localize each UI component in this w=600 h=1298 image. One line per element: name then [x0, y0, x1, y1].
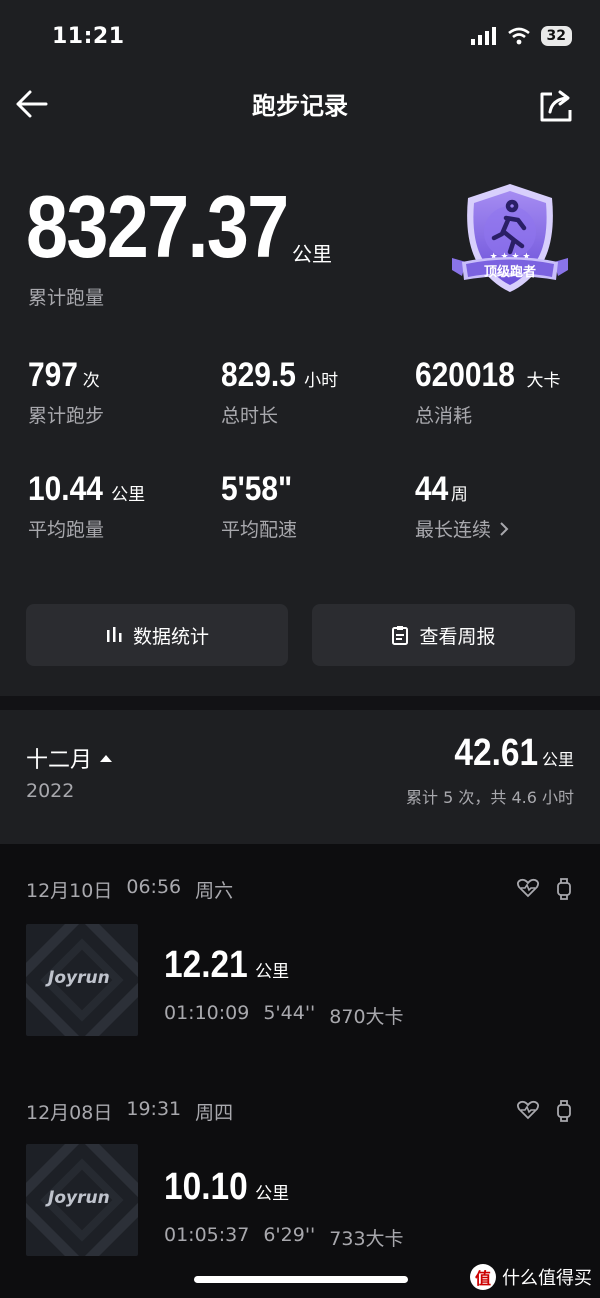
top-runner-badge[interactable]: ★ ★ ★ ★ 顶级跑者	[448, 180, 572, 300]
record-distance-unit: 公里	[255, 962, 290, 982]
record-time: 19:31	[126, 1098, 182, 1120]
month-year: 2022	[26, 780, 75, 802]
badge-label: 顶级跑者	[483, 265, 536, 280]
record-icons	[516, 878, 572, 900]
record-date: 12月10日	[26, 880, 113, 902]
month-header	[0, 710, 600, 844]
heart-rate-icon	[516, 878, 540, 898]
watch-icon	[557, 878, 571, 900]
record-distance-value: 10.10	[164, 1166, 248, 1208]
runner-shield-icon: ★ ★ ★ ★	[452, 184, 568, 292]
watermark-text: 什么值得买	[502, 1268, 592, 1289]
record-distance: 12.21 公里	[164, 944, 289, 987]
record-distance-unit: 公里	[255, 1184, 290, 1204]
stat-unit: 大卡	[526, 371, 561, 391]
status-icons: 32	[470, 26, 572, 46]
record-calories: 870大卡	[329, 1006, 404, 1028]
record-duration: 01:05:37	[164, 1224, 250, 1246]
record-pace: 5'44''	[263, 1002, 316, 1024]
home-indicator[interactable]	[194, 1276, 408, 1283]
stat-value: 5'58"	[221, 470, 293, 508]
stat-unit: 公里	[111, 485, 146, 505]
chevron-right-icon	[500, 521, 509, 536]
stat-total-calories: 620018 大卡 总消耗	[415, 356, 560, 428]
total-distance-label: 累计跑量	[28, 287, 105, 309]
record-meta: 01:10:09 5'44'' 870大卡	[164, 1002, 404, 1029]
stat-value: 829.5	[221, 356, 296, 394]
stat-value: 44	[415, 470, 449, 508]
month-distance: 42.61 公里	[443, 732, 574, 775]
record-pace: 6'29''	[263, 1224, 316, 1246]
total-distance-unit: 公里	[292, 242, 332, 266]
stat-avg-pace: 5'58" 平均配速	[221, 470, 300, 542]
watermark-logo-icon: 值	[470, 1264, 496, 1290]
share-icon[interactable]	[538, 88, 576, 124]
heart-rate-icon	[516, 1100, 540, 1120]
stat-longest-streak[interactable]: 44 周 最长连续	[415, 470, 509, 542]
stat-avg-distance: 10.44 公里 平均跑量	[28, 470, 145, 542]
record-datetime: 12月08日 19:31 周四	[26, 1098, 233, 1125]
record-calories: 733大卡	[329, 1228, 404, 1250]
record-icons	[516, 1100, 572, 1122]
stat-total-runs: 797 次 累计跑步	[28, 356, 104, 428]
record-duration: 01:10:09	[164, 1002, 250, 1024]
month-selector[interactable]: 十二月	[26, 742, 113, 774]
bar-chart-icon	[106, 627, 122, 642]
stat-label: 平均配速	[221, 519, 298, 541]
stat-label: 总消耗	[415, 405, 473, 427]
caret-up-icon	[100, 754, 113, 762]
clipboard-icon	[392, 626, 409, 645]
stat-label: 累计跑步	[28, 405, 105, 427]
total-distance-value: 8327.37	[26, 177, 289, 276]
record-weekday: 周四	[195, 1102, 234, 1124]
stat-unit: 周	[450, 485, 468, 505]
record-meta: 01:05:37 6'29'' 733大卡	[164, 1224, 404, 1251]
battery-indicator: 32	[540, 26, 572, 46]
page-title: 跑步记录	[252, 92, 348, 120]
stat-label: 总时长	[221, 405, 279, 427]
month-distance-unit: 公里	[541, 750, 574, 769]
stat-unit: 小时	[304, 371, 339, 391]
record-distance: 10.10 公里	[164, 1166, 289, 1209]
thumbnail-logo-text: Joyrun	[48, 1188, 110, 1208]
stat-label-row: 最长连续	[415, 515, 509, 542]
record-date: 12月08日	[26, 1102, 113, 1124]
month-distance-value: 42.61	[454, 732, 538, 774]
watch-icon	[557, 1100, 571, 1122]
run-records-list: 12月10日 06:56 周六 Joyrun 12.21 公里 01:10:09…	[0, 844, 600, 1298]
data-statistics-button[interactable]: 数据统计	[26, 604, 288, 666]
stat-total-time: 829.5 小时 总时长	[221, 356, 338, 428]
stat-value: 797	[28, 356, 78, 394]
stat-value: 620018	[415, 356, 515, 394]
signal-icon	[470, 27, 496, 45]
record-time: 06:56	[126, 876, 182, 898]
stat-label: 最长连续	[415, 519, 492, 541]
record-distance-value: 12.21	[164, 944, 248, 986]
month-summary: 累计 5 次，共 4.6 小时	[406, 788, 574, 807]
record-thumbnail: Joyrun	[26, 924, 138, 1036]
stat-value: 10.44	[28, 470, 103, 508]
section-divider	[0, 696, 600, 710]
thumbnail-logo-text: Joyrun	[48, 968, 110, 988]
status-time: 11:21	[52, 24, 125, 49]
weekly-report-label: 查看周报	[419, 625, 496, 648]
stat-label: 平均跑量	[28, 519, 105, 541]
record-datetime: 12月10日 06:56 周六	[26, 876, 233, 903]
record-thumbnail: Joyrun	[26, 1144, 138, 1256]
weekly-report-button[interactable]: 查看周报	[312, 604, 575, 666]
stat-unit: 次	[82, 371, 100, 391]
month-title: 十二月	[26, 748, 93, 773]
wifi-icon	[507, 27, 530, 45]
record-weekday: 周六	[195, 880, 234, 902]
watermark: 值 什么值得买	[470, 1264, 592, 1290]
data-statistics-label: 数据统计	[132, 625, 209, 648]
